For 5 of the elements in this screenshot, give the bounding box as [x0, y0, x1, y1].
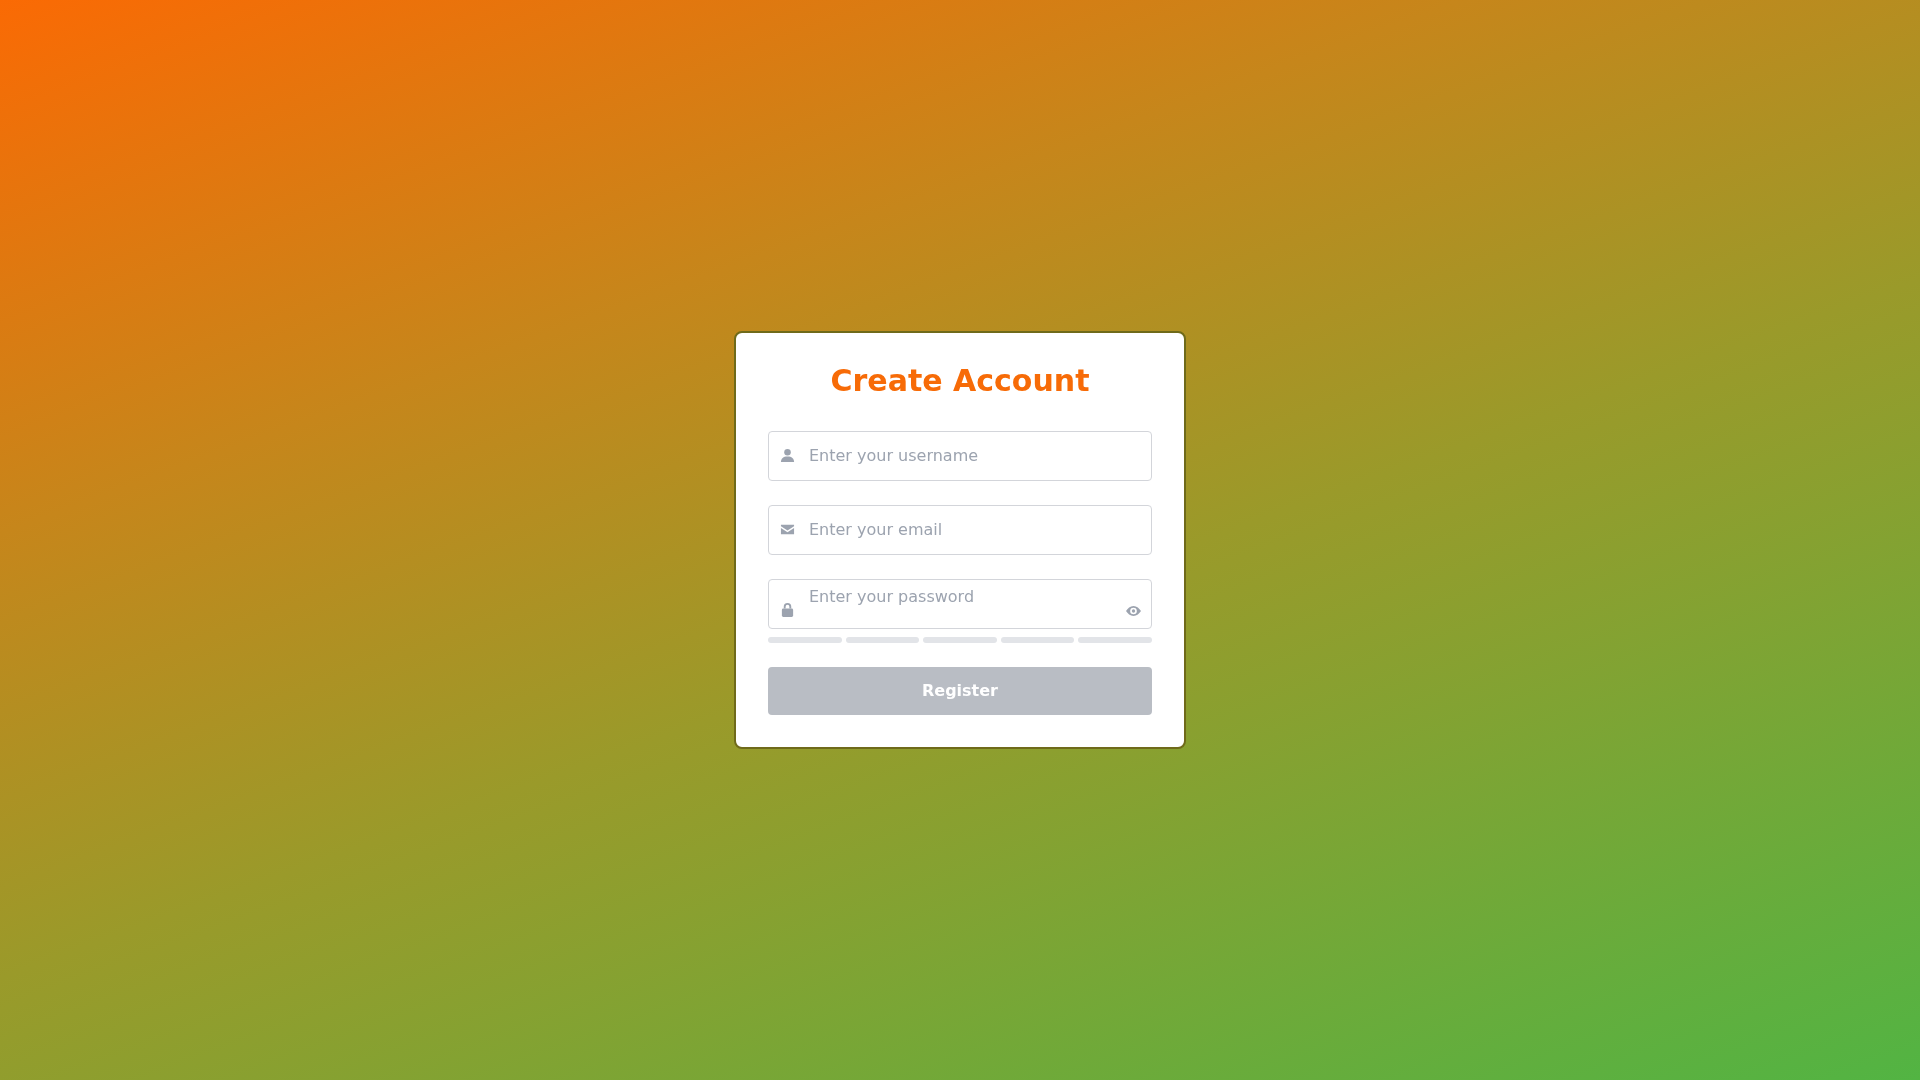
- email-field[interactable]: Enter your email: [768, 504, 1152, 555]
- form-title: Create Account: [830, 362, 1090, 399]
- username-field[interactable]: Enter your username: [768, 430, 1152, 481]
- password-field[interactable]: Enter your password: [768, 578, 1152, 629]
- show-password-icon[interactable]: [1126, 605, 1141, 616]
